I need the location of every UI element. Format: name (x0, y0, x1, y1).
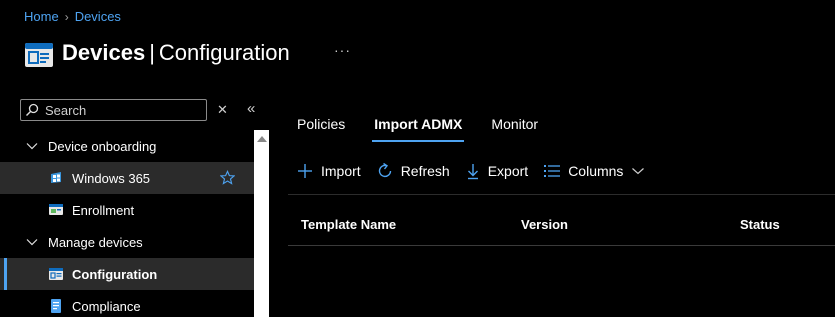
columns-label: Columns (568, 163, 624, 179)
sidebar-item-enrollment[interactable]: Enrollment (0, 194, 254, 226)
search-icon (26, 103, 39, 116)
tab-monitor[interactable]: Monitor (491, 110, 538, 142)
compliance-icon (48, 298, 64, 314)
configuration-icon (48, 266, 64, 282)
refresh-button[interactable]: Refresh (376, 162, 450, 180)
page-header: Devices | Configuration (24, 36, 290, 70)
more-options-button[interactable]: ··· (334, 42, 351, 58)
sidebar-group-device-onboarding[interactable]: Device onboarding (0, 130, 254, 162)
sidebar-group-label: Manage devices (48, 234, 143, 250)
import-button[interactable]: Import (296, 162, 361, 180)
chevron-down-icon (26, 239, 38, 246)
clear-search-icon[interactable]: ✕ (217, 102, 228, 118)
sidebar-nav: Device onboarding Windows 365 Enrollment (0, 130, 254, 317)
breadcrumb-devices[interactable]: Devices (75, 9, 121, 24)
enrollment-icon (48, 202, 64, 218)
tab-policies[interactable]: Policies (297, 110, 345, 142)
chevron-down-icon (26, 143, 38, 150)
sidebar-item-label: Configuration (72, 266, 158, 282)
star-icon[interactable] (220, 170, 235, 185)
export-label: Export (487, 163, 529, 179)
sidebar-group-label: Device onboarding (48, 138, 157, 154)
plus-icon (298, 164, 312, 178)
column-header-status[interactable]: Status (740, 217, 780, 232)
refresh-icon (378, 162, 391, 178)
column-header-version[interactable]: Version (521, 217, 568, 232)
configuration-icon (24, 40, 54, 70)
breadcrumb: Home › Devices (24, 9, 121, 24)
export-button[interactable]: Export (465, 162, 528, 180)
breadcrumb-home[interactable]: Home (24, 9, 59, 24)
chevron-right-icon: › (64, 9, 69, 24)
refresh-label: Refresh (400, 163, 450, 179)
columns-icon (544, 165, 561, 177)
import-label: Import (321, 163, 361, 179)
search-box[interactable] (20, 99, 207, 121)
page-title-sub: Configuration (158, 40, 290, 65)
sidebar-item-label: Compliance (72, 298, 141, 314)
windows-365-icon (48, 170, 64, 186)
sidebar-item-windows-365[interactable]: Windows 365 (0, 162, 254, 194)
divider (288, 194, 835, 195)
tab-import-admx[interactable]: Import ADMX (372, 110, 465, 142)
chevron-down-icon (632, 168, 645, 175)
download-icon (467, 164, 478, 180)
column-header-template-name[interactable]: Template Name (301, 217, 396, 232)
table-header: Template Name Version Status (288, 208, 835, 246)
sidebar-group-manage-devices[interactable]: Manage devices (0, 226, 254, 258)
sidebar-item-configuration[interactable]: Configuration (0, 258, 254, 290)
columns-button[interactable]: Columns (543, 163, 645, 179)
search-input[interactable] (45, 102, 195, 118)
title-separator: | (149, 40, 155, 65)
sidebar-item-label: Windows 365 (72, 170, 151, 186)
sidebar-item-label: Enrollment (72, 202, 135, 218)
sidebar-scrollbar[interactable] (254, 130, 269, 317)
tab-bar: Policies Import ADMX Monitor (297, 110, 567, 142)
sidebar-item-compliance[interactable]: Compliance (0, 290, 254, 317)
toolbar: Import Refresh Export Columns (296, 162, 660, 180)
page-title: Devices | Configuration (62, 38, 290, 68)
collapse-sidebar-icon[interactable]: « (247, 100, 255, 117)
page-title-main: Devices (62, 40, 146, 65)
scroll-up-icon[interactable] (257, 136, 267, 142)
